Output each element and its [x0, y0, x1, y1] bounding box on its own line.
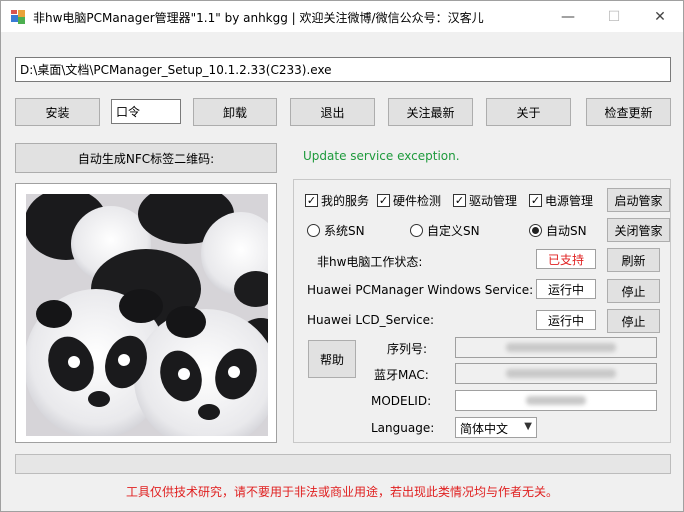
help-button[interactable]: 帮助: [308, 340, 356, 378]
checkbox-check-icon: ✓: [453, 194, 466, 207]
close-button[interactable]: ✕: [637, 1, 683, 32]
main-window: 非hw电脑PCManager管理器"1.1" by anhkgg | 欢迎关注微…: [0, 0, 684, 512]
about-button[interactable]: 关于: [486, 98, 571, 126]
serial-field[interactable]: [455, 337, 657, 358]
my-service-checkbox[interactable]: ✓ 我的服务: [305, 192, 369, 209]
lcd-service-label: Huawei LCD_Service:: [307, 313, 435, 327]
uninstall-button[interactable]: 卸载: [193, 98, 277, 126]
pcmanager-service-status: 运行中: [536, 279, 596, 299]
progress-bar: [15, 454, 671, 474]
stop-pcmanager-service-button[interactable]: 停止: [607, 279, 660, 303]
app-icon: [11, 10, 25, 24]
bt-mac-label: 蓝牙MAC:: [374, 368, 429, 382]
minimize-button[interactable]: —: [545, 1, 591, 32]
close-icon: ✕: [654, 8, 666, 25]
model-id-label: MODELID:: [371, 394, 432, 408]
work-state-value: 已支持: [536, 249, 596, 269]
minimize-icon: —: [561, 8, 575, 25]
status-message: Update service exception.: [303, 149, 460, 163]
radio-selected-icon: [529, 224, 542, 237]
language-select[interactable]: 简体中文 ▼: [455, 417, 537, 438]
bt-mac-field[interactable]: [455, 363, 657, 384]
start-manager-button[interactable]: 启动管家: [607, 188, 670, 212]
code-input[interactable]: 口令: [111, 99, 181, 124]
language-label: Language:: [371, 421, 435, 435]
disclaimer-text: 工具仅供技术研究，请不要用于非法或商业用途，若出现此类情况均与作者无关。: [125, 485, 558, 499]
title-bar[interactable]: 非hw电脑PCManager管理器"1.1" by anhkgg | 欢迎关注微…: [1, 1, 683, 32]
power-checkbox[interactable]: ✓ 电源管理: [529, 192, 593, 209]
stop-lcd-service-button[interactable]: 停止: [607, 309, 660, 333]
checkbox-check-icon: ✓: [529, 194, 542, 207]
radio-icon: [307, 224, 320, 237]
checkbox-check-icon: ✓: [305, 194, 318, 207]
driver-checkbox[interactable]: ✓ 驱动管理: [453, 192, 517, 209]
hardware-checkbox[interactable]: ✓ 硬件检测: [377, 192, 441, 209]
check-update-button[interactable]: 检查更新: [586, 98, 671, 126]
work-state-label: 非hw电脑工作状态:: [317, 255, 423, 269]
close-manager-button[interactable]: 关闭管家: [607, 218, 670, 242]
maximize-icon: ☐: [607, 8, 621, 25]
serial-label: 序列号:: [387, 342, 428, 356]
chevron-down-icon: ▼: [524, 421, 532, 432]
model-id-input[interactable]: [455, 390, 657, 411]
maximize-button[interactable]: ☐: [591, 1, 637, 32]
exit-button[interactable]: 退出: [290, 98, 375, 126]
radio-icon: [410, 224, 423, 237]
custom-sn-radio[interactable]: 自定义SN: [410, 222, 480, 239]
auto-sn-radio[interactable]: 自动SN: [529, 222, 587, 239]
pcmanager-service-label: Huawei PCManager Windows Service:: [307, 283, 534, 297]
refresh-button[interactable]: 刷新: [607, 248, 660, 272]
qr-image-panel: [15, 183, 277, 443]
checkbox-check-icon: ✓: [377, 194, 390, 207]
panda-image: [26, 194, 268, 436]
system-sn-radio[interactable]: 系统SN: [307, 222, 365, 239]
generate-qr-button[interactable]: 自动生成NFC标签二维码:: [15, 143, 277, 173]
install-button[interactable]: 安装: [15, 98, 100, 126]
window-title: 非hw电脑PCManager管理器"1.1" by anhkgg | 欢迎关注微…: [33, 11, 484, 25]
follow-button[interactable]: 关注最新: [388, 98, 473, 126]
installer-path-input[interactable]: D:\桌面\文档\PCManager_Setup_10.1.2.33(C233)…: [15, 57, 671, 82]
lcd-service-status: 运行中: [536, 310, 596, 330]
